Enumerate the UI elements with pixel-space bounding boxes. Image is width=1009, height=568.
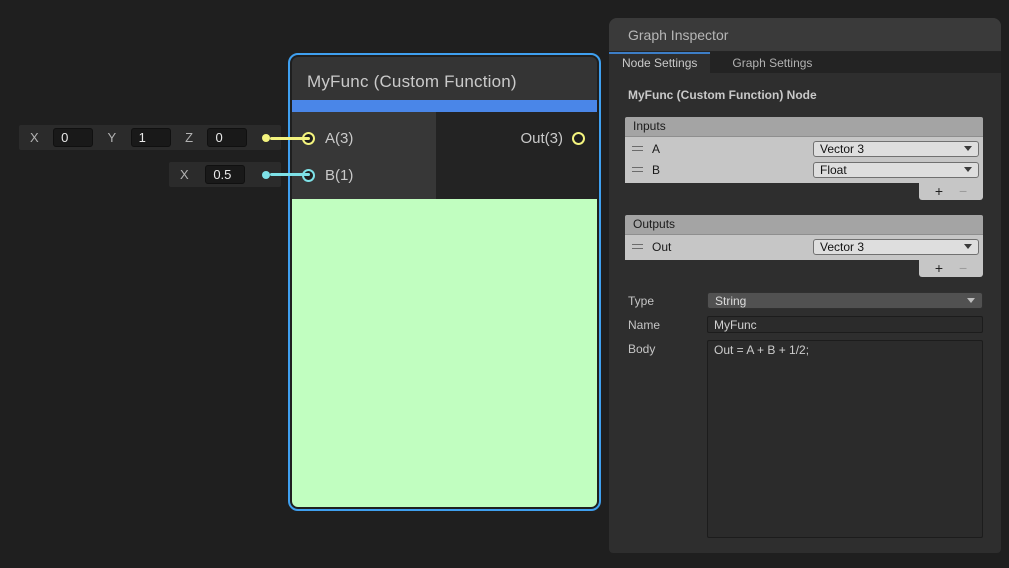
x-axis-label: X [180, 167, 189, 182]
remove-output-button[interactable]: − [959, 261, 967, 276]
inputs-list-body: A Vector 3 B Float [625, 137, 983, 183]
body-label: Body [625, 340, 707, 356]
input-port-a-label: A(3) [325, 130, 353, 147]
node-color-bar [292, 100, 597, 112]
inputs-list: Inputs A Vector 3 B [625, 117, 983, 200]
graph-inspector-panel: Graph Inspector Node Settings Graph Sett… [609, 18, 1001, 553]
output-port-out-icon[interactable] [572, 132, 585, 145]
input-a-type-dropdown[interactable]: Vector 3 [813, 141, 979, 157]
type-dropdown[interactable]: String [707, 292, 983, 309]
input-row-name: B [652, 163, 660, 177]
z-value-field[interactable] [207, 128, 247, 147]
dropdown-arrow-icon [964, 244, 972, 249]
inspector-tabbar: Node Settings Graph Settings [609, 52, 1001, 73]
type-label: Type [625, 294, 707, 308]
node-output-ports: Out(3) [436, 112, 597, 199]
body-textarea[interactable]: Out = A + B + 1/2; [707, 340, 983, 538]
input-b-type-dropdown[interactable]: Float [813, 162, 979, 178]
drag-handle-icon[interactable] [632, 146, 643, 151]
node-title: MyFunc (Custom Function) [307, 72, 517, 92]
outputs-list-buttons: + − [919, 260, 983, 277]
port-row-a: A(3) [302, 120, 436, 157]
add-output-button[interactable]: + [935, 261, 943, 276]
outputs-list-header: Outputs [625, 215, 983, 235]
inputs-list-buttons: + − [919, 183, 983, 200]
port-row-out: Out(3) [436, 120, 585, 157]
tab-graph-settings-label: Graph Settings [732, 56, 812, 70]
list-item[interactable]: B Float [625, 159, 983, 180]
float-port-dot[interactable] [262, 171, 270, 179]
name-input[interactable] [707, 316, 983, 333]
vector3-input-widget[interactable]: X Y Z [19, 125, 281, 150]
body-field-row: Body Out = A + B + 1/2; [625, 340, 983, 538]
input-b-type-value: Float [820, 163, 847, 177]
outputs-list: Outputs Out Vector 3 + − [625, 215, 983, 277]
inputs-list-header: Inputs [625, 117, 983, 137]
z-axis-label: Z [185, 130, 193, 145]
node-ports: A(3) B(1) Out(3) [292, 112, 597, 199]
tab-graph-settings[interactable]: Graph Settings [719, 52, 825, 73]
inspector-header[interactable]: Graph Inspector [609, 18, 1001, 52]
node-body: MyFunc (Custom Function) A(3) B(1) [292, 57, 597, 507]
vector3-port-dot[interactable] [262, 134, 270, 142]
dropdown-arrow-icon [967, 298, 975, 303]
add-input-button[interactable]: + [935, 184, 943, 199]
y-axis-label: Y [108, 130, 117, 145]
name-label: Name [625, 318, 707, 332]
name-field-row: Name [625, 316, 983, 333]
list-item[interactable]: A Vector 3 [625, 138, 983, 159]
outputs-list-body: Out Vector 3 [625, 235, 983, 260]
remove-input-button[interactable]: − [959, 184, 967, 199]
drag-handle-icon[interactable] [632, 167, 643, 172]
drag-handle-icon[interactable] [632, 244, 643, 249]
function-fields: Type String Name Body Out = A + B + 1/2; [625, 292, 983, 538]
output-out-type-dropdown[interactable]: Vector 3 [813, 239, 979, 255]
input-port-b-label: B(1) [325, 167, 353, 184]
tab-node-settings[interactable]: Node Settings [609, 52, 710, 73]
float-input-widget[interactable]: X [169, 162, 281, 187]
x-value-field[interactable] [53, 128, 93, 147]
node-settings-heading: MyFunc (Custom Function) Node [628, 88, 984, 102]
type-field-row: Type String [625, 292, 983, 309]
custom-function-node[interactable]: MyFunc (Custom Function) A(3) B(1) [288, 53, 601, 511]
output-port-out-label: Out(3) [520, 130, 563, 147]
input-row-name: A [652, 142, 660, 156]
input-a-type-value: Vector 3 [820, 142, 864, 156]
x-axis-label: X [30, 130, 39, 145]
inspector-title: Graph Inspector [628, 27, 728, 43]
node-input-ports: A(3) B(1) [292, 112, 436, 199]
port-row-b: B(1) [302, 157, 436, 194]
outputs-list-footer: + − [625, 260, 983, 277]
dropdown-arrow-icon [964, 167, 972, 172]
dropdown-arrow-icon [964, 146, 972, 151]
node-preview [292, 199, 597, 507]
edge-wire-b[interactable] [270, 173, 310, 176]
type-value: String [715, 294, 746, 308]
edge-wire-a[interactable] [270, 137, 310, 140]
output-out-type-value: Vector 3 [820, 240, 864, 254]
tab-node-settings-label: Node Settings [622, 56, 697, 70]
inspector-content: MyFunc (Custom Function) Node Inputs A V… [609, 73, 1001, 538]
list-item[interactable]: Out Vector 3 [625, 236, 983, 257]
y-value-field[interactable] [131, 128, 171, 147]
float-value-field[interactable] [205, 165, 245, 184]
inputs-list-footer: + − [625, 183, 983, 200]
output-row-name: Out [652, 240, 671, 254]
node-title-bar: MyFunc (Custom Function) [292, 57, 597, 100]
